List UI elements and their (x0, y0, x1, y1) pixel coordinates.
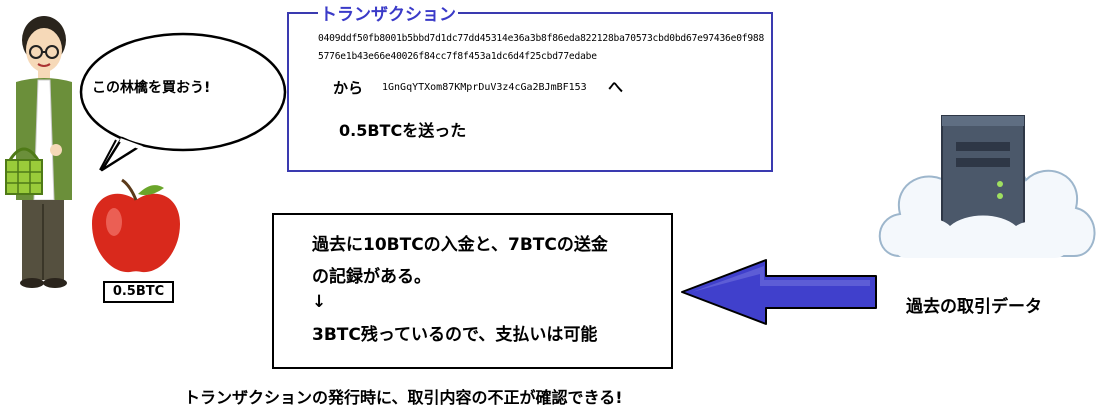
cloud-caption: 過去の取引データ (906, 297, 1042, 317)
speech-text: この林檎を買おう! (92, 80, 211, 96)
verification-arrow: ↓ (312, 292, 327, 312)
sent-amount: 0.5BTCを送った (339, 121, 467, 140)
verification-line-3: 3BTC残っているので、支払いは可能 (312, 325, 598, 345)
transaction-title: トランザクション (318, 5, 458, 25)
recipient-address: 1GnGqYTXom87KMprDuV3z4cGa2BJmBF153 (382, 82, 587, 93)
verification-line-1: 過去に10BTCの入金と、7BTCの送金 (312, 235, 608, 255)
to-label: へ (608, 78, 624, 96)
apple-icon (92, 178, 180, 273)
from-label: から (333, 79, 364, 97)
cloud-server-icon (878, 115, 1096, 258)
speech-bubble (79, 32, 287, 172)
verification-line-2: の記録がある。 (312, 267, 431, 287)
left-arrow-icon (681, 259, 877, 325)
price-tag: 0.5BTC (103, 281, 174, 303)
transaction-hash: 0409ddf50fb8001b5bbd7d1dc77dd45314e36a3b… (318, 33, 765, 62)
bottom-caption: トランザクションの発行時に、取引内容の不正が確認できる! (184, 388, 623, 407)
